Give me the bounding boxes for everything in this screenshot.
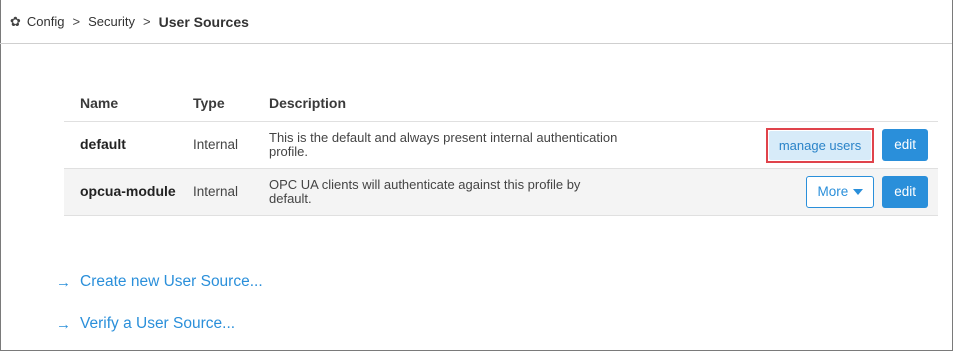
row-actions: manage users edit [719,127,938,163]
table-header-row: Name Type Description [64,84,938,122]
description-line: OPC UA clients will authenticate against… [269,177,581,192]
user-source-type: Internal [193,184,239,199]
table-row: default Internal This is the default and… [64,122,938,169]
caret-down-icon [853,189,864,195]
breadcrumb-separator: > [143,14,151,29]
description-line: default. [269,191,312,206]
user-source-description: This is the default and always present i… [269,131,719,159]
verify-user-source-link[interactable]: → Verify a User Source... [56,312,263,336]
breadcrumb-current: User Sources [158,13,249,30]
description-line: This is the default and always present i… [269,130,618,145]
gear-icon: ✿ [10,13,21,29]
row-actions: More edit [719,176,938,208]
user-source-name: opcua-module [80,183,176,199]
breadcrumb-item-config[interactable]: Config [27,14,65,29]
user-source-name: default [80,136,126,152]
link-label: Create new User Source... [80,273,263,290]
table-row: opcua-module Internal OPC UA clients wil… [64,169,938,216]
column-header-description: Description [269,94,347,111]
edit-button[interactable]: edit [882,176,928,208]
manage-users-button[interactable]: manage users [768,130,872,160]
column-header-name: Name [80,94,119,111]
create-user-source-link[interactable]: → Create new User Source... [56,270,263,294]
user-source-type: Internal [193,137,239,152]
edit-button[interactable]: edit [882,129,928,161]
breadcrumb: ✿ Config > Security > User Sources [0,0,952,44]
more-dropdown-button[interactable]: More [806,176,875,208]
more-button-label: More [817,184,849,199]
description-line: profile. [269,144,309,159]
highlight-box: manage users [765,127,875,163]
arrow-right-icon: → [56,315,71,333]
breadcrumb-separator: > [72,14,81,29]
column-header-type: Type [193,94,225,111]
link-label: Verify a User Source... [80,315,236,332]
arrow-right-icon: → [56,273,71,291]
user-source-description: OPC UA clients will authenticate against… [269,178,719,206]
user-sources-table: Name Type Description default Internal T… [64,84,938,216]
action-links: → Create new User Source... → Verify a U… [56,270,263,351]
breadcrumb-item-security[interactable]: Security [88,14,135,29]
